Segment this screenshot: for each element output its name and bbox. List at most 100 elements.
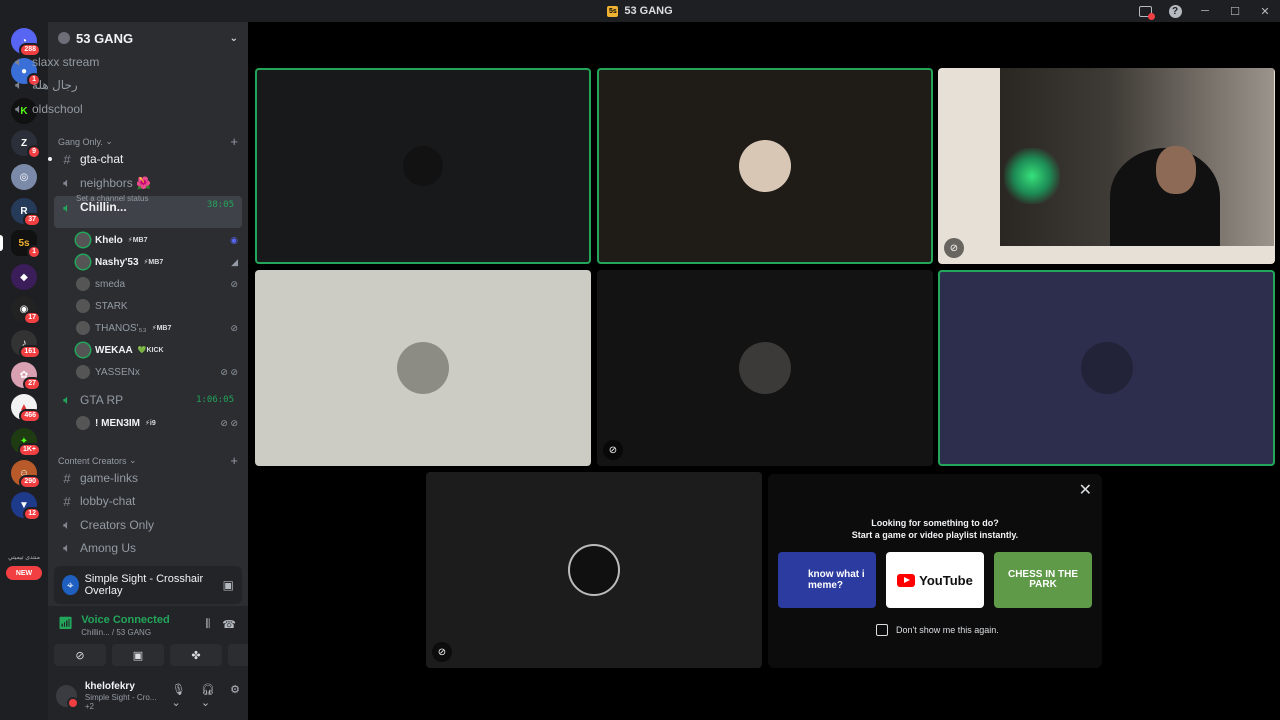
server-icon[interactable]: R 37 xyxy=(11,198,41,227)
text-channel-gta-chat[interactable]: # gta-chat xyxy=(54,148,242,170)
unread-badge: 290 xyxy=(19,475,41,489)
minimize-button[interactable]: ─ xyxy=(1190,0,1220,22)
dont-show-again-checkbox[interactable]: Don't show me this again. xyxy=(876,624,999,636)
participant-avatar xyxy=(397,342,449,394)
voice-user[interactable]: ! MEN3IM ⚡i9 ⊘ ⊘ xyxy=(76,413,238,433)
noise-suppression-icon[interactable]: ⫼ xyxy=(205,618,210,631)
add-channel-icon[interactable]: + xyxy=(230,453,238,468)
signal-icon[interactable]: 📶︎ xyxy=(58,616,73,637)
speaker-icon: 🔈︎ xyxy=(63,200,71,215)
hash-icon: # xyxy=(63,470,71,486)
camera-button[interactable]: ⊘ xyxy=(54,644,106,666)
server-icon[interactable]: ▼ 12 xyxy=(11,492,41,521)
unread-badge: 1 xyxy=(27,245,41,259)
inbox-icon[interactable] xyxy=(1130,0,1160,22)
microphone-icon[interactable]: 🎙︎⌄ xyxy=(172,683,193,709)
speaker-icon: 🔈︎ xyxy=(15,77,23,92)
server-icon[interactable]: ▲ 466 xyxy=(11,394,41,423)
youtube-logo-icon xyxy=(897,573,916,587)
participant-tile[interactable]: ⊘ xyxy=(426,472,762,668)
voice-user[interactable]: STARK xyxy=(76,296,238,316)
unread-badge: 27 xyxy=(23,377,41,391)
username[interactable]: khelofekry xyxy=(85,681,164,692)
voice-channel[interactable]: 🔈︎ slaxx stream xyxy=(6,51,194,73)
help-icon[interactable]: ? xyxy=(1160,0,1190,22)
deafened-icon: ⊘ xyxy=(432,642,452,662)
category-content-creators[interactable]: Content Creators ⌄ + xyxy=(58,453,238,468)
guild-icon xyxy=(58,32,70,44)
text-channel-lobby-chat[interactable]: # lobby-chat xyxy=(54,490,242,512)
user-status: Simple Sight - Cro... +2 xyxy=(84,693,157,711)
server-icon[interactable]: ◎ xyxy=(11,164,37,190)
53-gang-server-icon[interactable]: 5s 1 xyxy=(11,230,41,259)
suggestion-heading: Looking for something to do? xyxy=(871,518,999,528)
participant-tile[interactable]: ⊘ xyxy=(597,270,933,466)
activity-chess-in-the-park[interactable]: CHESS IN THE PARK xyxy=(994,552,1092,608)
voice-channel-creators-only[interactable]: 🔈︎ Creators Only xyxy=(54,514,242,536)
voice-location[interactable]: Chillin... / 53 GANG xyxy=(81,628,169,637)
voice-user[interactable]: Nashy'53 ⚡MB7 ◢ xyxy=(76,252,238,272)
participant-avatar xyxy=(403,146,443,186)
participant-tile[interactable] xyxy=(255,270,591,466)
speaker-icon: 🔈︎ xyxy=(63,392,71,407)
voice-user[interactable]: THANOS'₅₃ ⚡MB7 ⊘ xyxy=(76,318,238,338)
settings-gear-icon[interactable]: ⚙ xyxy=(230,683,240,709)
unread-badge: 37 xyxy=(23,213,41,227)
voice-user[interactable]: Khelo ⚡MB7 ◉ xyxy=(76,230,238,250)
participant-tile[interactable] xyxy=(255,68,591,264)
share-screen-button[interactable]: ▣ xyxy=(112,644,164,666)
participant-tile[interactable] xyxy=(597,68,933,264)
close-window-button[interactable]: ✕ xyxy=(1250,0,1280,22)
voice-channel-gta-rp[interactable]: 🔈︎ GTA RP 1:06:05 xyxy=(54,389,242,411)
unread-badge: 1K+ xyxy=(17,443,41,457)
avatar xyxy=(76,365,90,379)
voice-status[interactable]: Voice Connected xyxy=(81,614,169,626)
activity-know-what-i-meme[interactable]: know what i meme? xyxy=(778,552,876,608)
user-panel: khelofekry Simple Sight - Cro... +2 🎙︎⌄ … xyxy=(48,672,248,720)
suggestion-subheading: Start a game or video playlist instantly… xyxy=(851,530,1019,540)
community-label: منتدى تيميتي xyxy=(8,555,40,561)
guild-header[interactable]: 53 GANG ⌄ xyxy=(48,22,248,54)
voice-user[interactable]: YASSENx ⊘ ⊘ xyxy=(76,362,238,382)
server-icon[interactable]: ◉ 17 xyxy=(11,296,41,325)
server-icon[interactable]: ♪ 161 xyxy=(11,330,41,359)
new-badge[interactable]: NEW xyxy=(6,566,42,580)
participant-avatar xyxy=(739,140,791,192)
muted-deafened-icon: ⊘ ⊘ xyxy=(220,417,238,428)
voice-channel-among-us[interactable]: 🔈︎ Among Us xyxy=(54,537,242,559)
user-avatar[interactable] xyxy=(56,685,79,709)
activity-icon: ◉ xyxy=(230,234,238,245)
checkbox-icon[interactable] xyxy=(876,624,888,636)
server-icon[interactable]: Z9 xyxy=(11,130,41,159)
add-channel-icon[interactable]: + xyxy=(230,134,238,149)
activities-button[interactable]: ✤ xyxy=(170,644,222,666)
headphones-icon[interactable]: 🎧︎⌄ xyxy=(201,683,222,709)
server-icon[interactable]: ✿ 27 xyxy=(11,362,41,391)
voice-channel[interactable]: 🔈︎ رجال هلة xyxy=(6,74,194,96)
disconnect-icon[interactable]: ☎ xyxy=(222,618,236,631)
screen-share-icon[interactable]: ▣ xyxy=(223,578,234,592)
speaker-icon: 🔈︎ xyxy=(15,101,23,116)
speaker-icon: 🔈︎ xyxy=(63,175,71,190)
activity-youtube[interactable]: YouTube xyxy=(886,552,984,608)
voice-user[interactable]: smeda ⊘ xyxy=(76,274,238,294)
voice-channel[interactable]: 🔈︎ oldschool xyxy=(6,98,194,120)
participant-tile[interactable] xyxy=(938,270,1275,466)
voice-channel-neighbors[interactable]: 🔈︎ neighbors 🌺 xyxy=(54,172,242,194)
activity-card[interactable]: ⌖ Simple Sight - Crosshair Overlay ▣ xyxy=(54,566,242,604)
voice-stage: ⊘ ⊘ ⊘ ✕ Looking for something to do? Sta… xyxy=(248,22,1280,720)
server-icon[interactable]: ☺ 290 xyxy=(11,460,41,489)
category-gang-only[interactable]: Gang Only. ⌄ + xyxy=(58,134,238,149)
channel-status[interactable]: Set a channel status xyxy=(76,194,149,203)
camera-tile[interactable]: ⊘ xyxy=(938,68,1275,264)
voice-timer: 38:05 xyxy=(206,200,234,210)
chevron-down-icon: ⌄ xyxy=(126,455,137,465)
server-icon[interactable]: ✦ 1K+ xyxy=(11,428,41,457)
text-channel-game-links[interactable]: # game-links xyxy=(54,467,242,489)
voice-user[interactable]: WEKAA 💚KICK xyxy=(76,340,238,360)
unread-badge: 466 xyxy=(19,409,41,423)
close-icon[interactable]: ✕ xyxy=(1079,480,1092,500)
maximize-button[interactable]: ☐ xyxy=(1220,0,1250,22)
server-icon[interactable]: ◆ xyxy=(11,264,37,290)
hash-icon: # xyxy=(63,493,71,509)
